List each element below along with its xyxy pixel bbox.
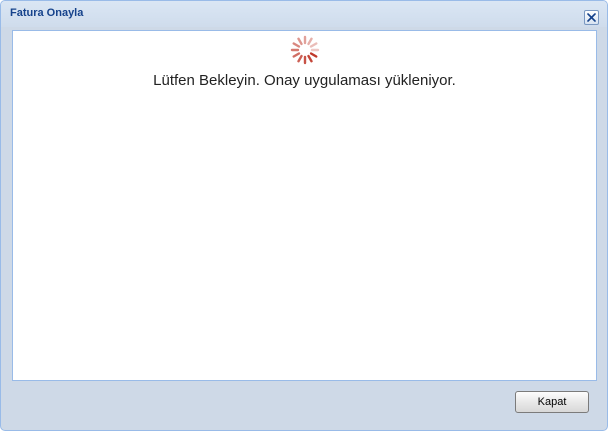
dialog-titlebar[interactable]: Fatura Onayla (1, 1, 607, 27)
dialog-content-panel: Lütfen Bekleyin. Onay uygulaması yükleni… (12, 30, 597, 381)
spinner-spokes (290, 35, 320, 65)
dialog-title: Fatura Onayla (10, 7, 84, 19)
kapat-button[interactable]: Kapat (515, 391, 589, 413)
spinner-spoke (292, 52, 301, 58)
spinner-spoke (309, 42, 318, 48)
spinner-spoke (307, 37, 313, 46)
close-button[interactable] (584, 10, 599, 25)
spinner-spoke (297, 54, 303, 63)
spinner-spoke (297, 37, 303, 46)
dialog-window: Fatura Onayla Lütfen Bekleyin. Onay uygu… (0, 0, 608, 431)
loading-message: Lütfen Bekleyin. Onay uygulaması yükleni… (153, 72, 456, 89)
spinner-spoke (309, 52, 318, 58)
loading-spinner-icon (290, 35, 320, 65)
spinner-spoke (307, 54, 313, 63)
spinner-spoke (292, 42, 301, 48)
close-icon (587, 13, 596, 22)
